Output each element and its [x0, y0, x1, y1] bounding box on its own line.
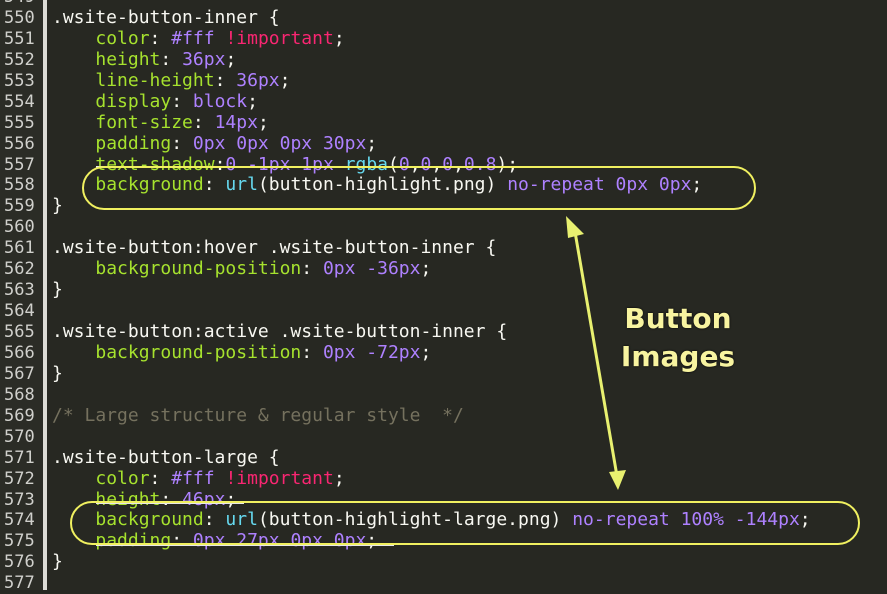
double-arrow-icon — [566, 216, 626, 490]
annotation-label: Button Images — [598, 300, 758, 376]
annotation-line-1: Button — [624, 302, 732, 335]
annotation-line-2: Images — [620, 340, 736, 373]
code-editor[interactable]: 549 550.wsite-button-inner {551 color: #… — [0, 0, 887, 593]
